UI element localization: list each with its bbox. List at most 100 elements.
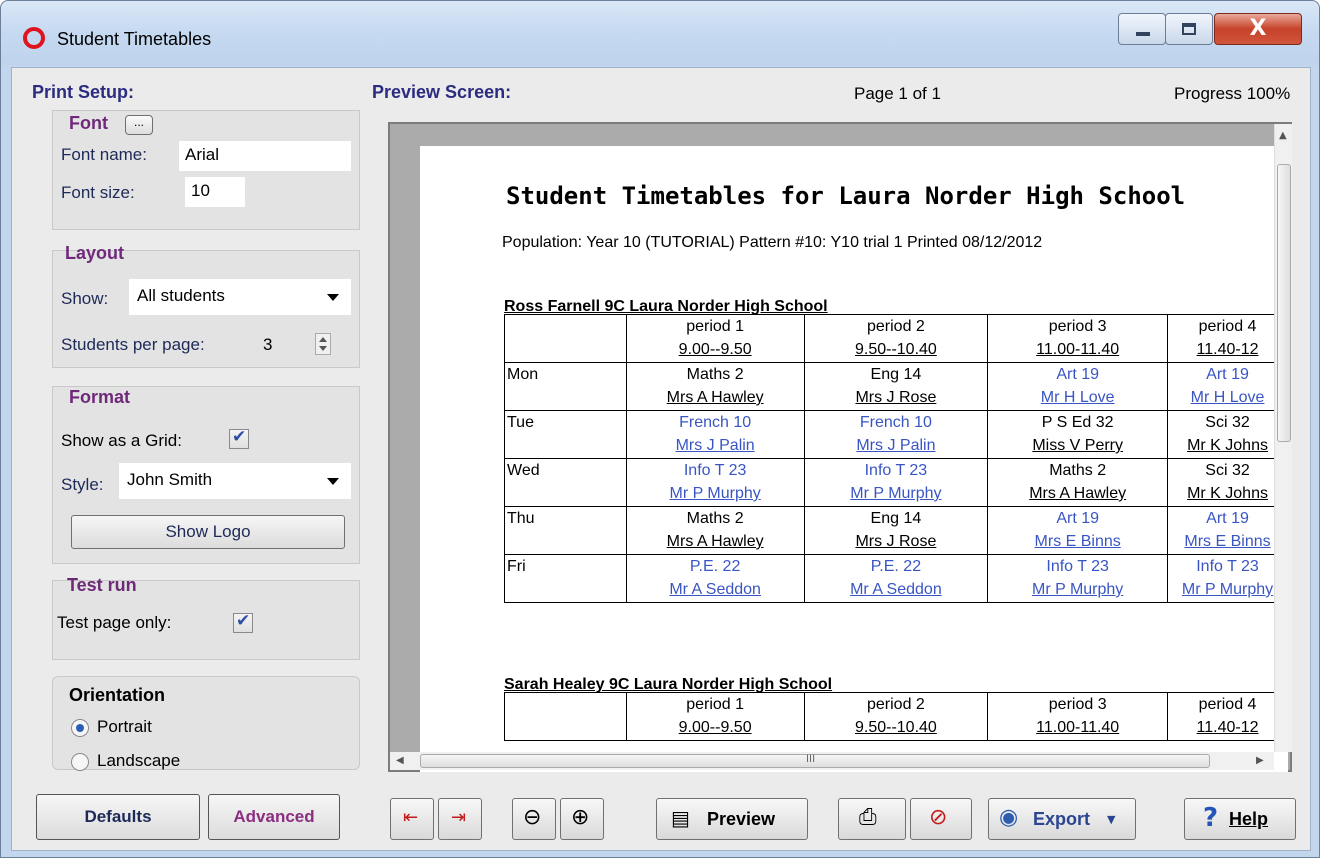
scroll-left-icon[interactable]: ◀ [396, 755, 404, 766]
orientation-title: Orientation [69, 685, 166, 705]
document-title: Student Timetables for Laura Norder High… [506, 182, 1186, 210]
document-icon: ▤ [671, 806, 690, 830]
table-row: Mon Maths 2 Mrs A Hawley Eng 14 Mrs J Rose Ar… [504, 362, 1288, 411]
show-as-grid-checkbox[interactable]: ✔ [229, 427, 249, 449]
cell-teacher: Mr P Murphy [1032, 581, 1124, 598]
show-dropdown[interactable]: All students [129, 279, 351, 315]
close-button[interactable]: X [1214, 13, 1302, 45]
style-dropdown[interactable]: John Smith [119, 463, 351, 499]
cell-subject: Eng 14 [870, 510, 922, 527]
vertical-scrollbar[interactable]: ▲ [1274, 124, 1292, 752]
table-row: Fri P.E. 22 Mr A Seddon P.E. 22 Mr A Seddon I… [504, 554, 1288, 603]
cell-subject: P S Ed 32 [1041, 414, 1114, 431]
export-button-label: Export [1033, 809, 1091, 829]
cell-subject: French 10 [679, 414, 752, 431]
timetable-cell: Info T 23 Mr P Murphy [1167, 554, 1288, 603]
cell-subject: period 3 [1048, 318, 1107, 335]
next-page-icon: ⇥ [451, 807, 467, 828]
timetable-cell: Maths 2 Mrs A Hawley [987, 458, 1169, 507]
stop-button[interactable]: ⊘ [910, 798, 972, 840]
vertical-scroll-thumb[interactable] [1277, 164, 1291, 442]
cell-teacher: Mr H Love [1190, 389, 1265, 406]
timetable-cell: Eng 14 Mrs J Rose [803, 362, 989, 411]
preview-button[interactable]: ▤ Preview [656, 798, 808, 840]
timetable-cell: Info T 23 Mr P Murphy [625, 458, 805, 507]
horizontal-scrollbar[interactable]: ◀ III ▶ [390, 752, 1274, 770]
scroll-up-icon[interactable]: ▲ [1279, 130, 1287, 141]
period-header-cell: period 2 9.50--10.40 [803, 314, 989, 363]
timetable-cell: French 10 Mrs J Palin [803, 410, 989, 459]
cell-teacher: Mr H Love [1040, 389, 1115, 406]
header-corner-cell [504, 314, 627, 363]
cell-subject: P.E. 22 [870, 558, 922, 575]
format-group-title: Format [69, 387, 131, 407]
cell-subject: Maths 2 [686, 366, 744, 383]
maximize-icon [1182, 23, 1196, 35]
test-page-only-label: Test page only: [57, 613, 172, 632]
cell-subject: Info T 23 [864, 462, 928, 479]
chevron-down-icon [327, 294, 339, 301]
students-per-page-spinner[interactable] [315, 333, 331, 355]
timetable-cell: Eng 14 Mrs J Rose [803, 506, 989, 555]
portrait-radio[interactable] [71, 719, 89, 737]
timetable-cell: Sci 32 Mr K Johns [1167, 410, 1288, 459]
cell-teacher: Mrs E Binns [1184, 533, 1271, 550]
cell-subject: Art 19 [1056, 366, 1099, 383]
cell-subject: period 2 [866, 318, 925, 335]
preview-pane[interactable]: Student Timetables for Laura Norder High… [388, 122, 1292, 772]
cell-teacher: Mr A Seddon [669, 581, 761, 598]
cell-teacher: Mrs J Rose [855, 389, 937, 406]
progress-indicator: Progress 100% [1174, 84, 1291, 103]
cell-teacher: Mr A Seddon [850, 581, 942, 598]
help-icon: ? [1203, 803, 1219, 833]
zoom-out-button[interactable]: ⊖ [512, 798, 556, 840]
export-button[interactable]: ◉ Export ▼ [988, 798, 1136, 840]
cell-teacher: 11.40-12 [1196, 341, 1259, 358]
cell-subject: Info T 23 [683, 462, 747, 479]
timetable-cell: Art 19 Mr H Love [987, 362, 1169, 411]
minimize-button[interactable] [1118, 13, 1166, 45]
cell-subject: Art 19 [1056, 510, 1099, 527]
landscape-radio[interactable] [71, 753, 89, 771]
horizontal-scroll-thumb[interactable]: III [420, 753, 1210, 768]
test-run-title: Test run [67, 575, 137, 595]
scroll-grip-icon: III [806, 753, 816, 765]
day-cell: Thu [504, 506, 627, 555]
font-size-label: Font size: [61, 183, 135, 202]
defaults-button[interactable]: Defaults [36, 794, 200, 840]
cell-subject: Sci 32 [1205, 414, 1250, 431]
timetable-cell: Info T 23 Mr P Murphy [987, 554, 1169, 603]
timetable-cell: P.E. 22 Mr A Seddon [803, 554, 989, 603]
scroll-right-icon[interactable]: ▶ [1256, 755, 1264, 766]
day-cell: Mon [504, 362, 627, 411]
help-button[interactable]: ? Help [1184, 798, 1296, 840]
students-per-page-value[interactable]: 3 [263, 335, 272, 355]
cell-teacher: Mrs A Hawley [666, 389, 764, 406]
page-indicator: Page 1 of 1 [854, 84, 941, 103]
title-bar[interactable]: Student Timetables X [1, 1, 1319, 65]
cell-subject: Art 19 [1206, 510, 1249, 527]
maximize-button[interactable] [1165, 13, 1213, 45]
zoom-in-button[interactable]: ⊕ [560, 798, 604, 840]
font-size-field[interactable]: 10 [185, 177, 245, 207]
chevron-down-icon [327, 478, 339, 485]
print-button[interactable]: ⎙ [838, 798, 906, 840]
previous-page-icon: ⇤ [403, 807, 419, 828]
cell-teacher: Mrs J Rose [855, 533, 937, 550]
next-page-button[interactable]: ⇥ [438, 798, 482, 840]
day-cell: Fri [504, 554, 627, 603]
font-picker-button[interactable]: ... [125, 115, 153, 135]
zoom-out-icon: ⊖ [523, 805, 542, 830]
timetable-cell: Art 19 Mr H Love [1167, 362, 1288, 411]
period-header-cell: period 2 9.50--10.40 [803, 692, 989, 741]
font-group-title: Font [69, 113, 108, 133]
show-logo-button[interactable]: Show Logo [71, 515, 345, 549]
previous-page-button[interactable]: ⇤ [390, 798, 434, 840]
period-header-cell: period 3 11.00-11.40 [987, 314, 1169, 363]
test-page-only-checkbox[interactable]: ✔ [233, 611, 253, 633]
cell-teacher: Mrs J Palin [675, 437, 755, 454]
font-name-field[interactable]: Arial [179, 141, 351, 171]
printer-icon: ⎙ [859, 805, 877, 830]
cell-subject: period 1 [686, 696, 745, 713]
advanced-button[interactable]: Advanced [208, 794, 340, 840]
